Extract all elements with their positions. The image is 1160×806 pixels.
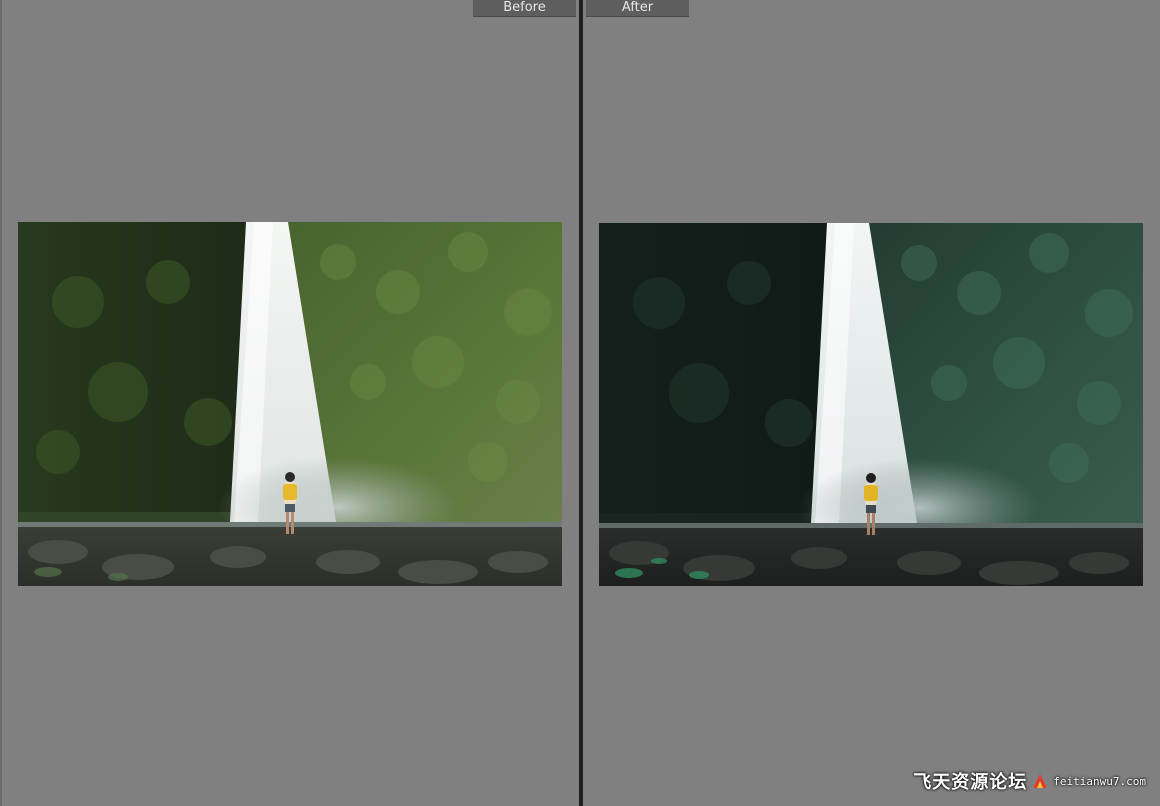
before-after-compare-view: Before After 飞天资源论坛 feitianwu7.com <box>0 0 1160 806</box>
watermark: 飞天资源论坛 feitianwu7.com <box>913 768 1146 794</box>
before-photo-image <box>18 222 562 586</box>
watermark-url: feitianwu7.com <box>1053 774 1146 788</box>
watermark-logo-icon <box>1033 774 1048 788</box>
watermark-text: 飞天资源论坛 <box>913 772 1028 793</box>
split-divider[interactable] <box>579 0 583 806</box>
left-edge <box>0 0 2 806</box>
after-photo[interactable] <box>599 223 1143 586</box>
before-photo[interactable] <box>18 222 562 586</box>
after-label: After <box>586 0 689 17</box>
after-photo-image <box>599 223 1143 586</box>
before-label: Before <box>473 0 576 17</box>
